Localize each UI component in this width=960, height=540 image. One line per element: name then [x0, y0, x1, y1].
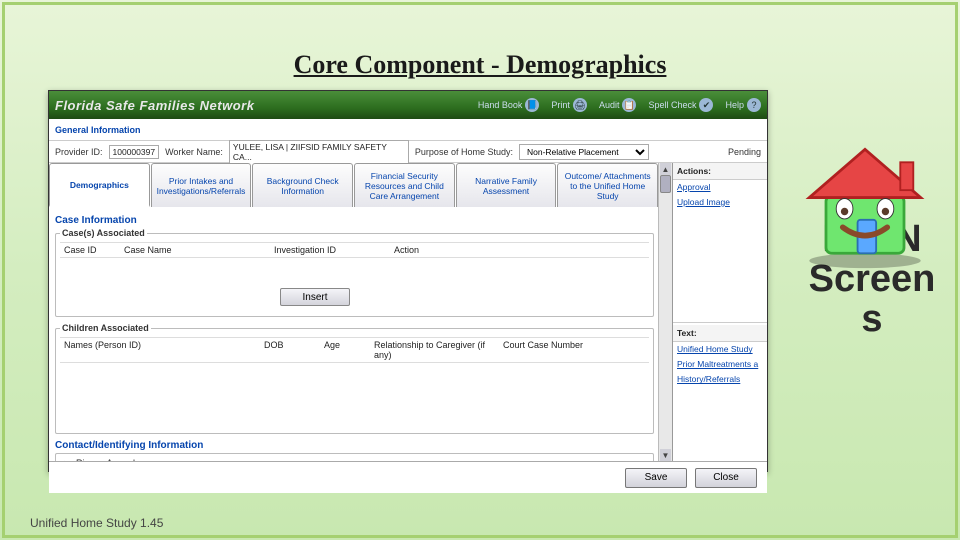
col-names: Names (Person ID) — [60, 338, 260, 362]
print-button[interactable]: Print🖨 — [551, 98, 587, 112]
cases-header-row: Case ID Case Name Investigation ID Actio… — [60, 242, 649, 258]
col-court-case: Court Case Number — [499, 338, 649, 362]
upload-image-link[interactable]: Upload Image — [673, 195, 767, 210]
spellcheck-icon: ✔ — [699, 98, 713, 112]
audit-icon: 📋 — [622, 98, 636, 112]
app-header: Florida Safe Families Network Hand Book📘… — [49, 91, 767, 119]
children-header-row: Names (Person ID) DOB Age Relationship t… — [60, 337, 649, 363]
purpose-label: Purpose of Home Study: — [415, 147, 513, 157]
children-associated-group: Children Associated Names (Person ID) DO… — [55, 323, 654, 434]
print-icon: 🖨 — [573, 98, 587, 112]
col-action: Action — [390, 243, 649, 257]
general-info-bar: General Information — [49, 119, 767, 141]
col-dob: DOB — [260, 338, 320, 362]
col-case-name: Case Name — [120, 243, 270, 257]
help-button[interactable]: Help? — [725, 98, 761, 112]
purpose-select[interactable]: Non-Relative Placement — [519, 144, 649, 160]
provider-id-value: 100000397 — [109, 145, 160, 159]
slide-title: Core Component - Demographics — [0, 50, 960, 80]
close-button[interactable]: Close — [695, 468, 757, 488]
prior-maltreatments-link[interactable]: Prior Maltreatments a — [673, 357, 767, 372]
slide-footer: Unified Home Study 1.45 — [30, 516, 163, 530]
scroll-thumb[interactable] — [660, 175, 671, 193]
cases-associated-group: Case(s) Associated Case ID Case Name Inv… — [55, 228, 654, 317]
general-info-row: Provider ID: 100000397 Worker Name: YULE… — [49, 141, 767, 163]
history-link[interactable]: History/Referrals — [673, 372, 767, 387]
app-window: Florida Safe Families Network Hand Book📘… — [48, 90, 768, 472]
tab-strip: Demographics Prior Intakes and Investiga… — [49, 163, 658, 207]
col-age: Age — [320, 338, 370, 362]
tab-financial[interactable]: Financial Security Resources and Child C… — [354, 163, 455, 207]
pending-label: Pending — [728, 147, 761, 157]
uhs-link[interactable]: Unified Home Study — [673, 342, 767, 357]
app-title: Florida Safe Families Network — [55, 98, 478, 113]
children-associated-title: Children Associated — [60, 323, 151, 333]
text-heading: Text: — [673, 325, 767, 342]
col-investigation-id: Investigation ID — [270, 243, 390, 257]
actions-heading: Actions: — [673, 163, 767, 180]
provider-id-label: Provider ID: — [55, 147, 103, 157]
spellcheck-button[interactable]: Spell Check✔ — [648, 98, 713, 112]
col-case-id: Case ID — [60, 243, 120, 257]
tab-narrative[interactable]: Narrative Family Assessment — [456, 163, 557, 207]
actions-panel: Actions: Approval Upload Image Text: Uni… — [673, 163, 767, 461]
contact-group: Rivera, Amanda Date of Birth: 05/27/1985… — [55, 453, 654, 461]
worker-name-label: Worker Name: — [165, 147, 223, 157]
approval-link[interactable]: Approval — [673, 180, 767, 195]
cases-associated-title: Case(s) Associated — [60, 228, 147, 238]
tab-demographics[interactable]: Demographics — [49, 163, 150, 207]
save-button[interactable]: Save — [625, 468, 687, 488]
general-info-heading: General Information — [55, 125, 141, 135]
contact-info-heading: Contact/Identifying Information — [55, 440, 654, 451]
tab-outcome[interactable]: Outcome/ Attachments to the Unified Home… — [557, 163, 658, 207]
contact-person[interactable]: Rivera, Amanda — [62, 458, 647, 461]
col-relationship: Relationship to Caregiver (if any) — [370, 338, 499, 362]
insert-button[interactable]: Insert — [280, 288, 350, 306]
book-icon: 📘 — [525, 98, 539, 112]
scroll-up-icon[interactable]: ▲ — [660, 163, 671, 175]
footer-bar: Save Close — [49, 461, 767, 493]
tab-background-check[interactable]: Background Check Information — [252, 163, 353, 207]
tab-prior-intakes[interactable]: Prior Intakes and Investigations/Referra… — [151, 163, 252, 207]
main-scroll-panel: Demographics Prior Intakes and Investiga… — [49, 163, 673, 461]
help-icon: ? — [747, 98, 761, 112]
audit-button[interactable]: Audit📋 — [599, 98, 637, 112]
scroll-down-icon[interactable]: ▼ — [660, 449, 671, 461]
worker-name-value: YULEE, LISA | ZIIFSID FAMILY SAFETY CA..… — [229, 140, 409, 164]
case-info-heading: Case Information — [55, 215, 654, 226]
handbook-button[interactable]: Hand Book📘 — [478, 98, 540, 112]
house-icon — [790, 140, 940, 270]
vertical-scrollbar[interactable]: ▲ ▼ — [658, 163, 672, 461]
